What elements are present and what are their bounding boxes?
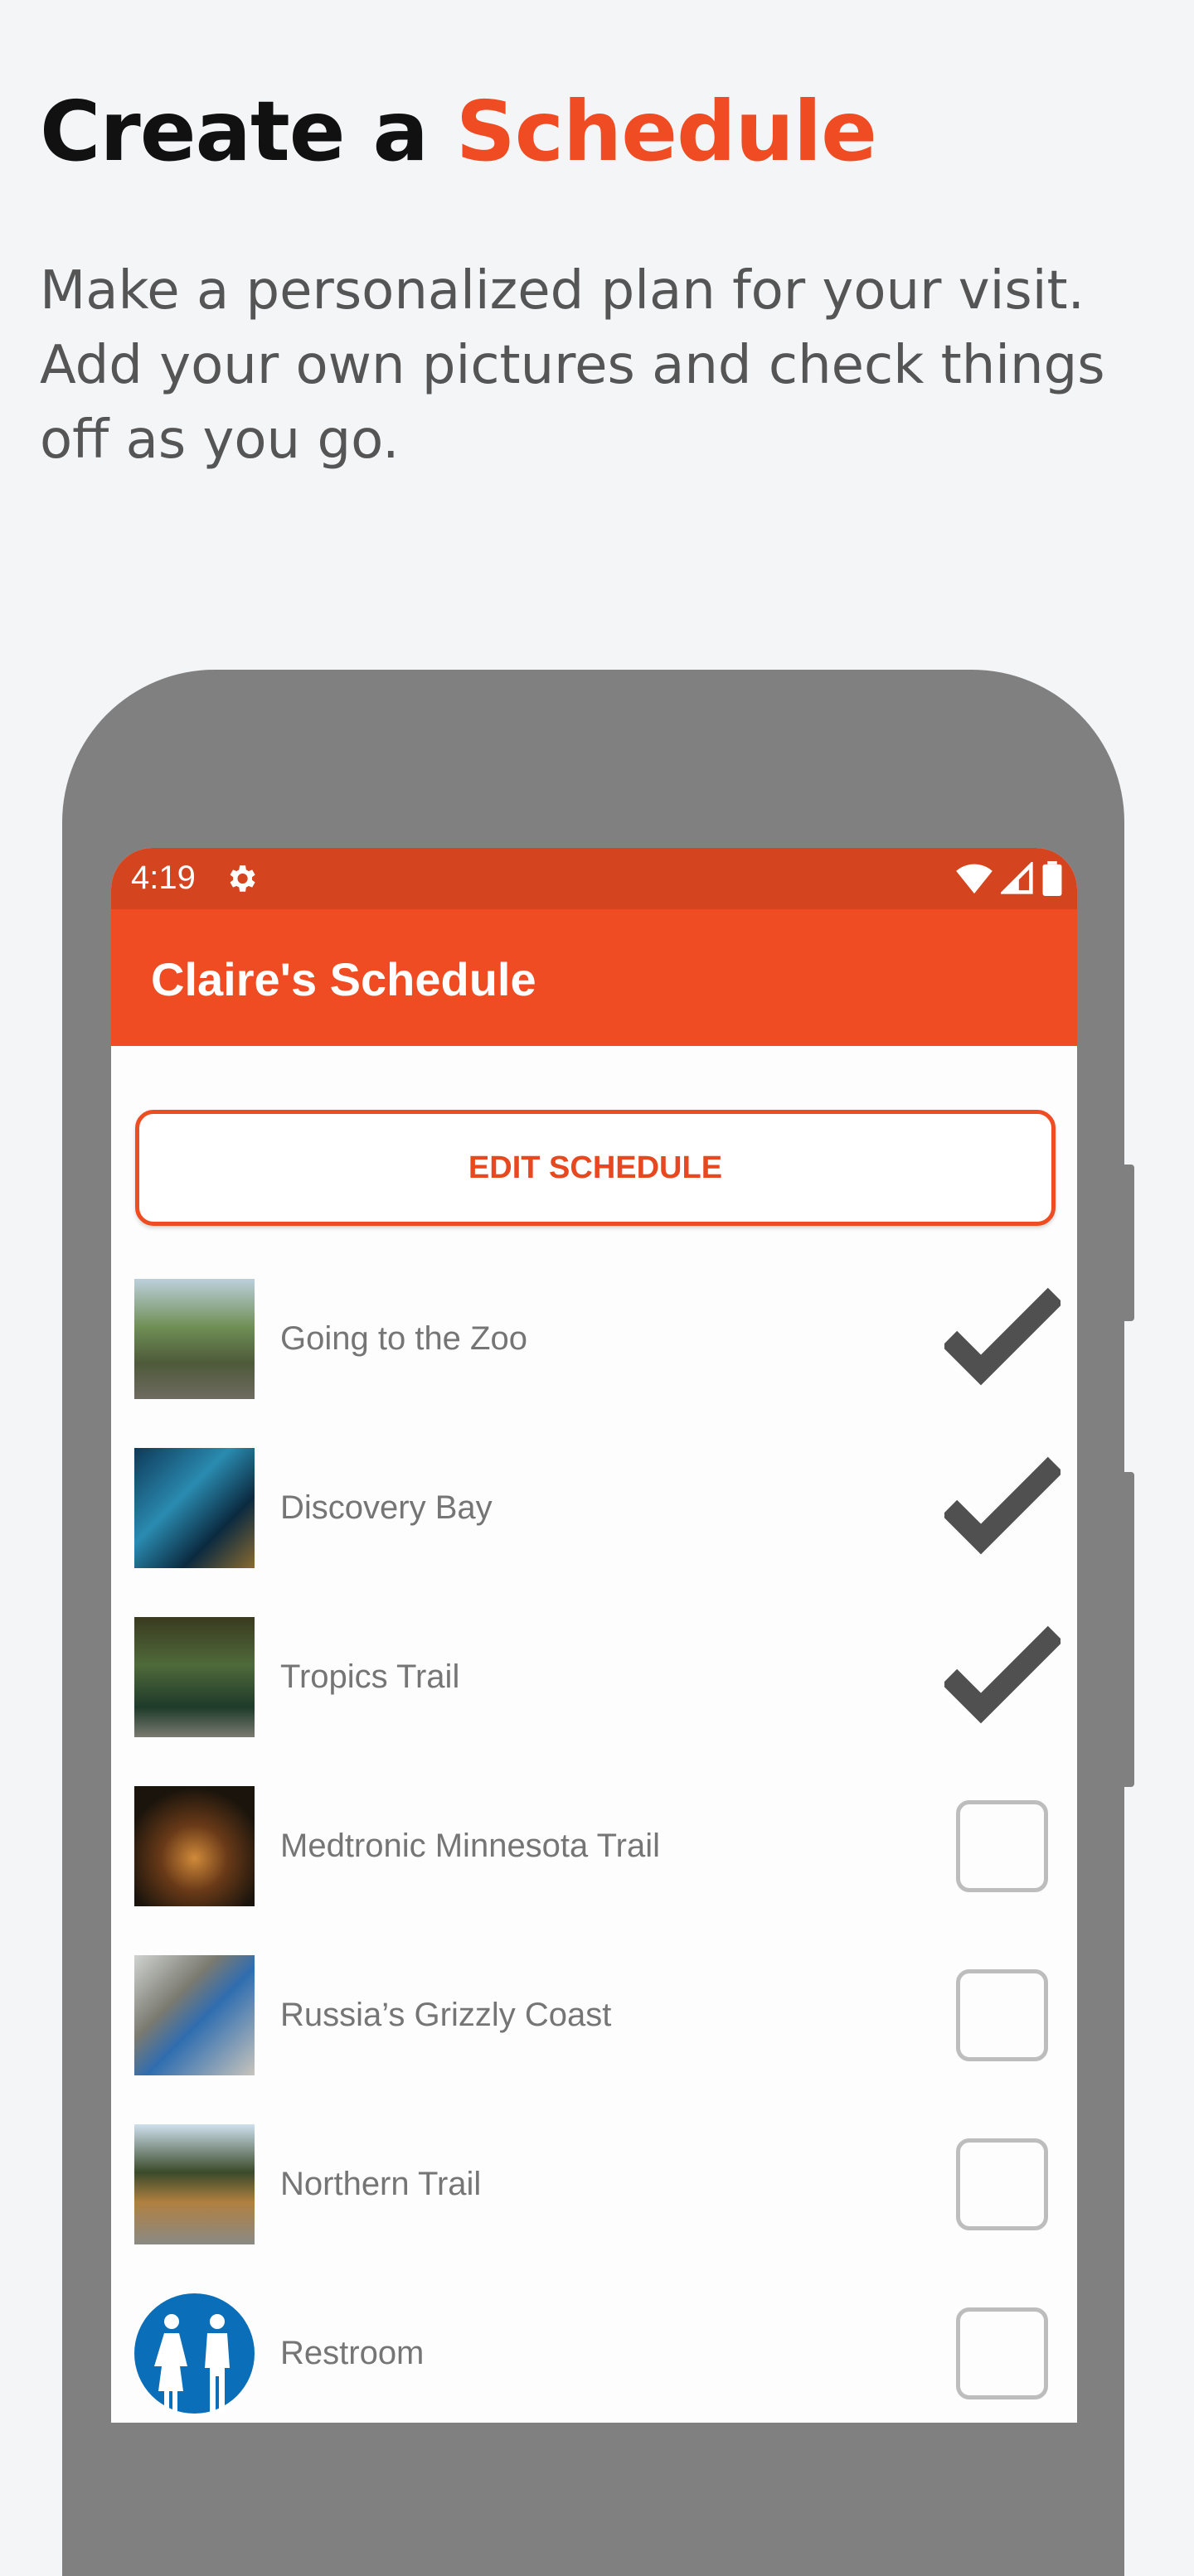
phone-screen: 4:19 Claire's Schedule EDIT SCHEDULE Goi…	[111, 848, 1077, 2423]
item-label: Discovery Bay	[280, 1489, 493, 1526]
item-photo	[134, 1448, 255, 1568]
phone-volume-button	[1124, 1472, 1134, 1787]
app-bar: Claire's Schedule	[111, 909, 1077, 1046]
battery-icon	[1042, 861, 1062, 896]
checkmark-icon[interactable]	[944, 1625, 1061, 1725]
checkbox[interactable]	[956, 2307, 1048, 2399]
list-item[interactable]: Northern Trail	[134, 2124, 1063, 2244]
signal-icon	[1001, 862, 1033, 894]
wifi-icon	[956, 864, 993, 894]
item-label: Going to the Zoo	[280, 1320, 527, 1357]
restroom-icon	[134, 2293, 255, 2414]
checkbox[interactable]	[956, 1969, 1048, 2061]
checkmark-icon[interactable]	[944, 1287, 1061, 1387]
item-photo	[134, 1617, 255, 1737]
status-time: 4:19	[131, 859, 196, 896]
list-item[interactable]: Going to the Zoo	[134, 1279, 1063, 1399]
list-item[interactable]: Restroom	[134, 2293, 1063, 2414]
item-label: Northern Trail	[280, 2166, 482, 2202]
title-accent: Schedule	[455, 83, 877, 180]
checkmark-icon[interactable]	[944, 1456, 1061, 1556]
item-label: Tropics Trail	[280, 1658, 460, 1695]
item-label: Russia’s Grizzly Coast	[280, 1997, 612, 2033]
edit-schedule-button[interactable]: EDIT SCHEDULE	[135, 1110, 1056, 1226]
list-item[interactable]: Tropics Trail	[134, 1617, 1063, 1737]
title-prefix: Create a	[40, 83, 456, 180]
item-photo	[134, 1955, 255, 2075]
status-bar: 4:19	[111, 848, 1077, 909]
checkbox[interactable]	[956, 1800, 1048, 1892]
item-label: Restroom	[280, 2335, 425, 2371]
item-photo	[134, 1279, 255, 1399]
item-photo	[134, 2124, 255, 2244]
list-item[interactable]: Medtronic Minnesota Trail	[134, 1786, 1063, 1906]
phone-power-button	[1124, 1165, 1134, 1321]
list-item[interactable]: Russia’s Grizzly Coast	[134, 1955, 1063, 2075]
checkbox[interactable]	[956, 2138, 1048, 2230]
gear-icon	[230, 865, 255, 892]
item-photo	[134, 1786, 255, 1906]
list-item[interactable]: Discovery Bay	[134, 1448, 1063, 1568]
item-label: Medtronic Minnesota Trail	[280, 1828, 660, 1864]
app-bar-title: Claire's Schedule	[151, 953, 536, 1005]
intro-text: Make a personalized plan for your visit.…	[40, 260, 1105, 471]
page-title: Create a Schedule	[40, 83, 877, 180]
